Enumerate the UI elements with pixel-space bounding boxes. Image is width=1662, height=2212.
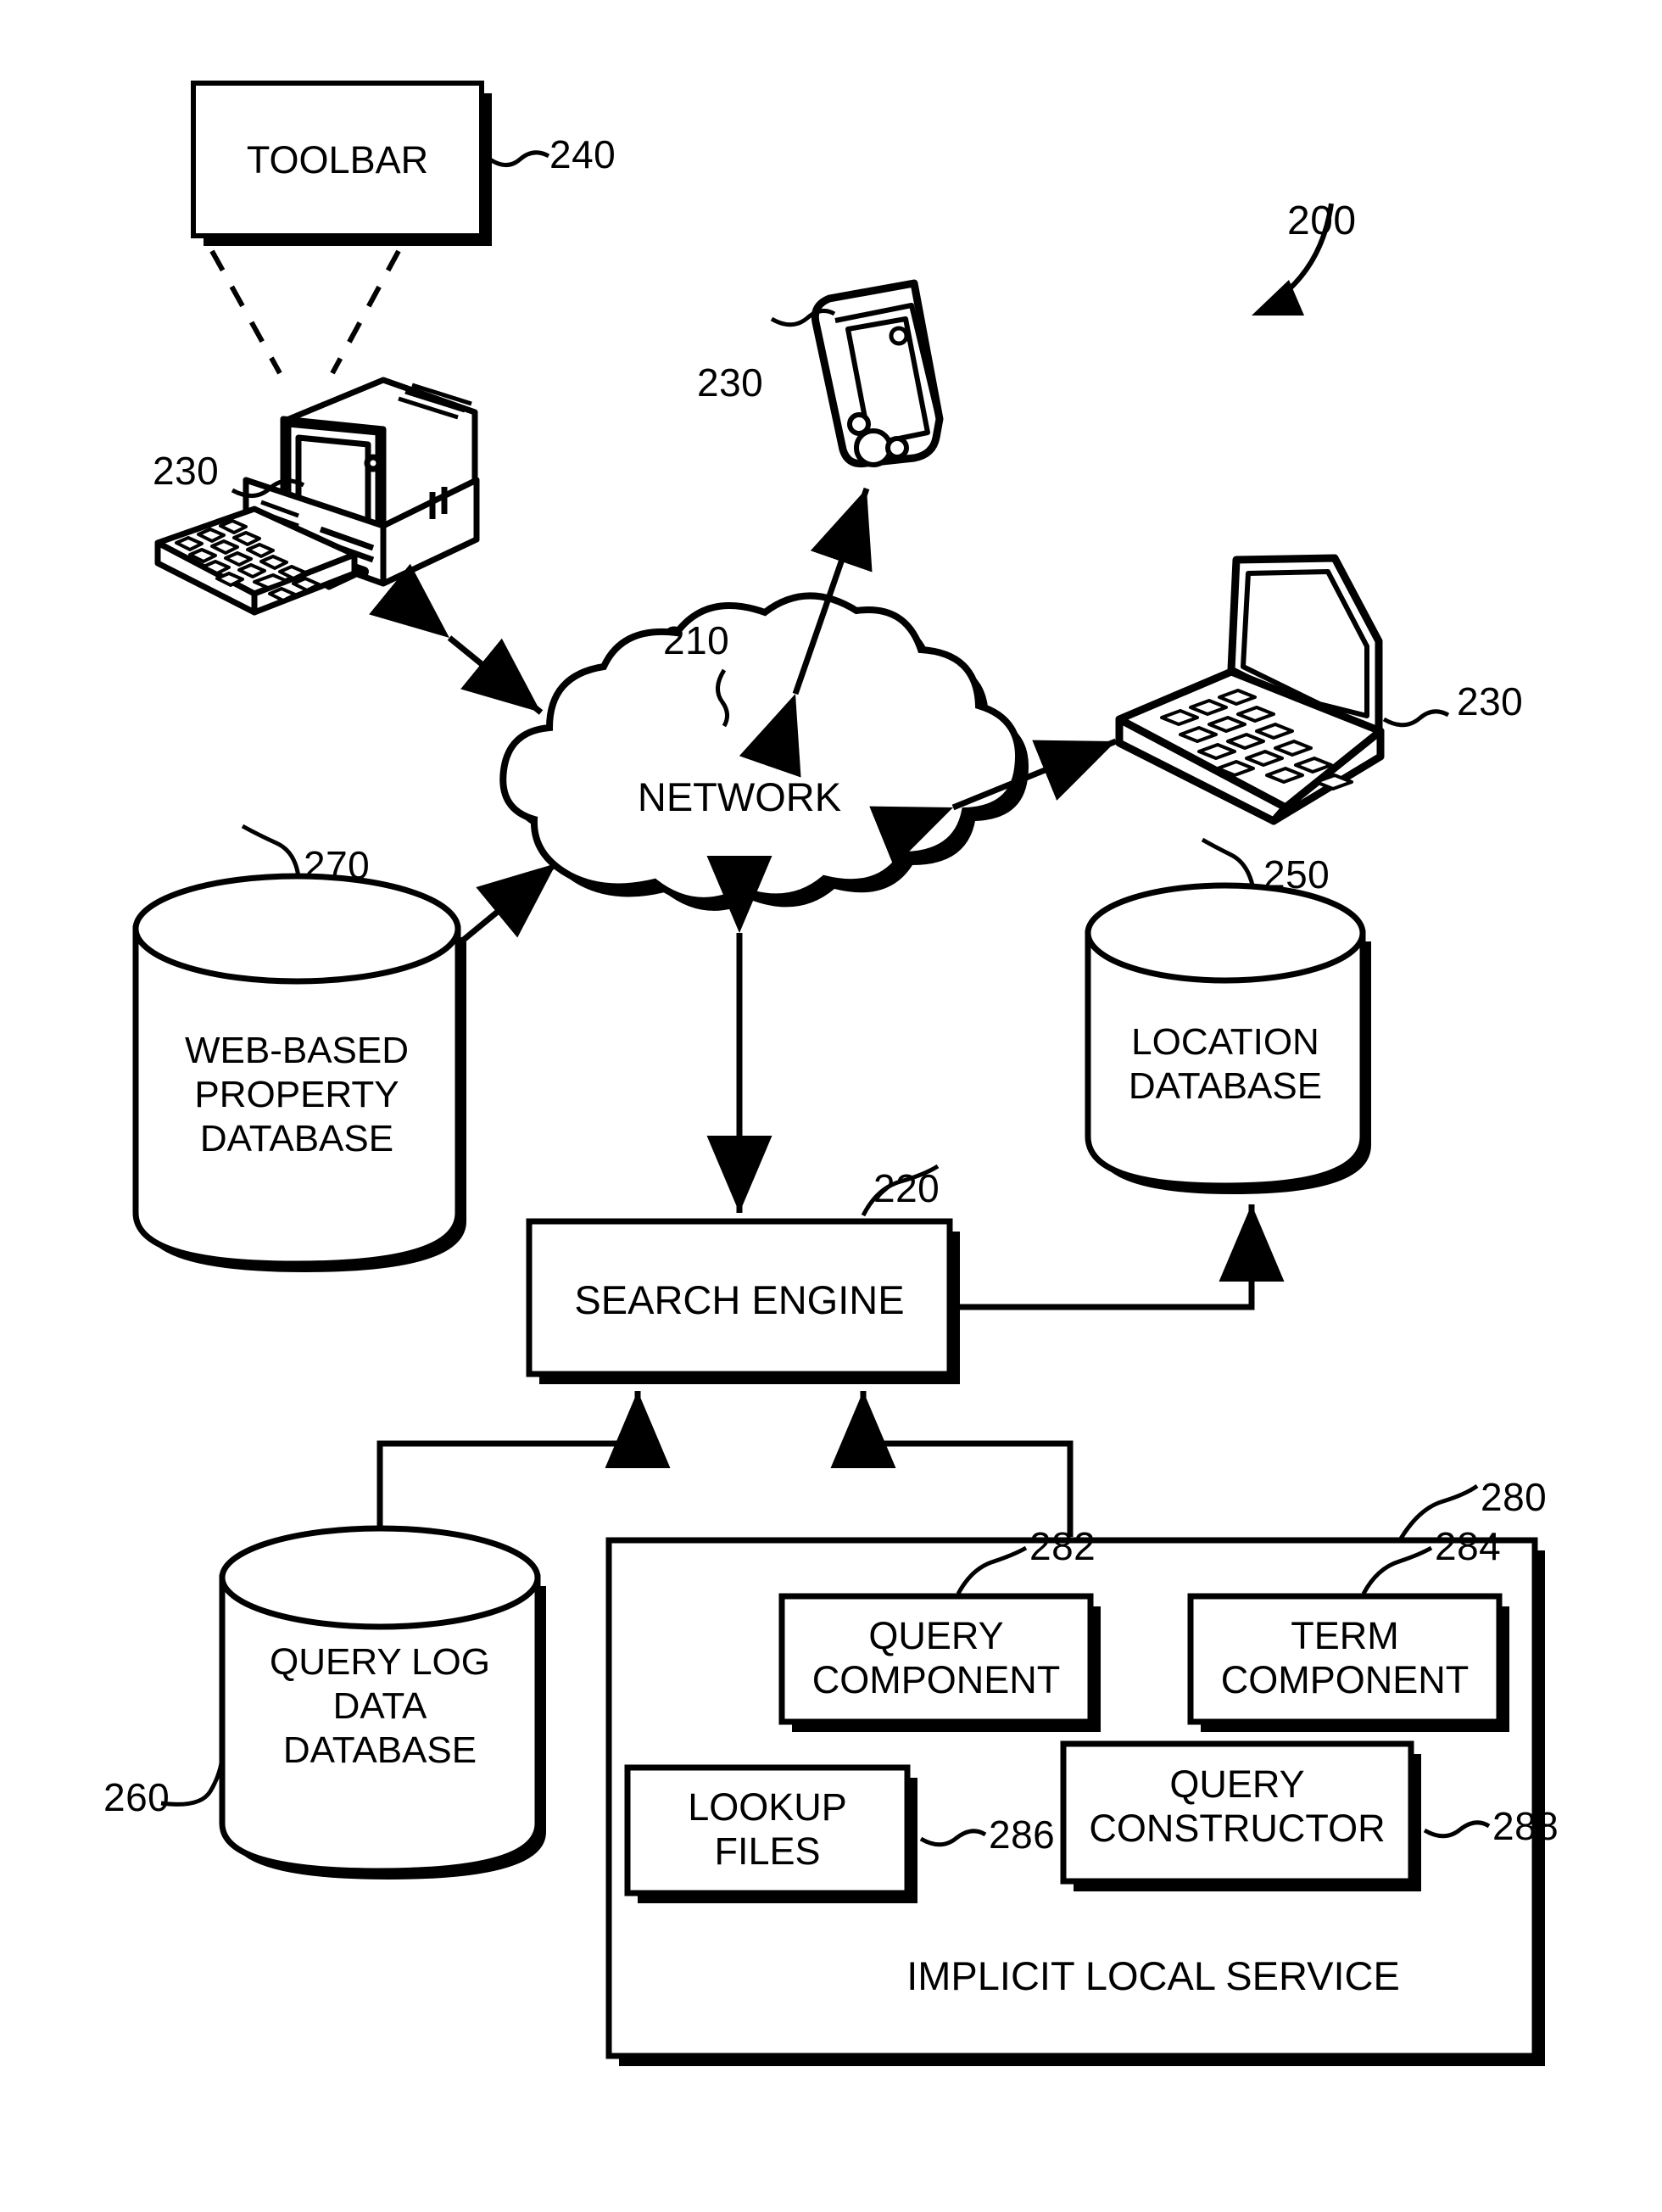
- query-log-database-label-line3: DATABASE: [282, 1729, 477, 1771]
- pda-handheld-icon: [811, 279, 944, 468]
- toolbar-to-desktop-dashed: [209, 249, 401, 375]
- ref-230-laptop: 230: [1457, 679, 1524, 723]
- ref-280: 280: [1481, 1475, 1548, 1519]
- arrow-implicitservice-searchengine: [830, 1391, 1103, 1614]
- query-constructor-label-line1: QUERY: [1169, 1762, 1305, 1806]
- ref-282: 282: [1029, 1524, 1096, 1568]
- desktop-computer-icon: [154, 377, 480, 616]
- term-component-label-line2: COMPONENT: [1220, 1658, 1470, 1701]
- location-database-label-line1: LOCATION: [1131, 1021, 1319, 1063]
- leader-230-laptop: [1382, 709, 1450, 728]
- web-property-database-label-line2: PROPERTY: [194, 1074, 399, 1115]
- web-property-database-label-line1: WEB-BASED: [184, 1030, 410, 1071]
- query-constructor-label-line2: CONSTRUCTOR: [1089, 1807, 1386, 1850]
- ref-250: 250: [1263, 852, 1330, 897]
- laptop-icon: [1115, 554, 1385, 825]
- arrow-desktop-network: [369, 563, 544, 715]
- leader-270: [241, 824, 301, 878]
- query-log-database-label-line1: QUERY LOG: [269, 1641, 491, 1683]
- ref-286: 286: [989, 1813, 1056, 1857]
- ref-210: 210: [663, 618, 730, 662]
- web-property-database-label-line3: DATABASE: [199, 1118, 394, 1159]
- leader-240: [486, 150, 550, 167]
- ref-200: 200: [1287, 198, 1357, 243]
- network-cloud: [499, 592, 1029, 911]
- patent-figure-canvas: TOOLBAR 240 200 230 230 230 NETWORK 210 …: [0, 0, 1662, 2212]
- query-component-label-line1: QUERY: [868, 1614, 1004, 1657]
- ref-270: 270: [304, 843, 371, 887]
- network-label: NETWORK: [637, 774, 842, 819]
- ref-220: 220: [873, 1166, 940, 1210]
- query-component-label-line2: COMPONENT: [811, 1658, 1061, 1701]
- ref-230-desktop: 230: [153, 449, 220, 493]
- location-database-label-line2: DATABASE: [1128, 1065, 1323, 1107]
- toolbar-label: TOOLBAR: [246, 138, 429, 182]
- arrow-locationdb-searchengine: [873, 1204, 1285, 1340]
- term-component-label-line1: TERM: [1291, 1614, 1399, 1657]
- ref-240: 240: [549, 132, 616, 176]
- arrow-querylogdb-searchengine: [347, 1391, 671, 1628]
- ref-284: 284: [1435, 1524, 1502, 1568]
- leader-250: [1201, 837, 1256, 890]
- ref-288: 288: [1492, 1804, 1559, 1848]
- implicit-local-service-label: IMPLICIT LOCAL SERVICE: [906, 1953, 1400, 1998]
- ref-230-handheld: 230: [697, 360, 764, 405]
- leader-260: [160, 1757, 225, 1807]
- search-engine-label: SEARCH ENGINE: [574, 1277, 905, 1322]
- lookup-files-label-line2: FILES: [714, 1829, 821, 1873]
- lookup-files-label-line1: LOOKUP: [688, 1785, 847, 1829]
- query-log-database-label-line2: DATA: [332, 1685, 427, 1727]
- ref-260: 260: [103, 1775, 170, 1819]
